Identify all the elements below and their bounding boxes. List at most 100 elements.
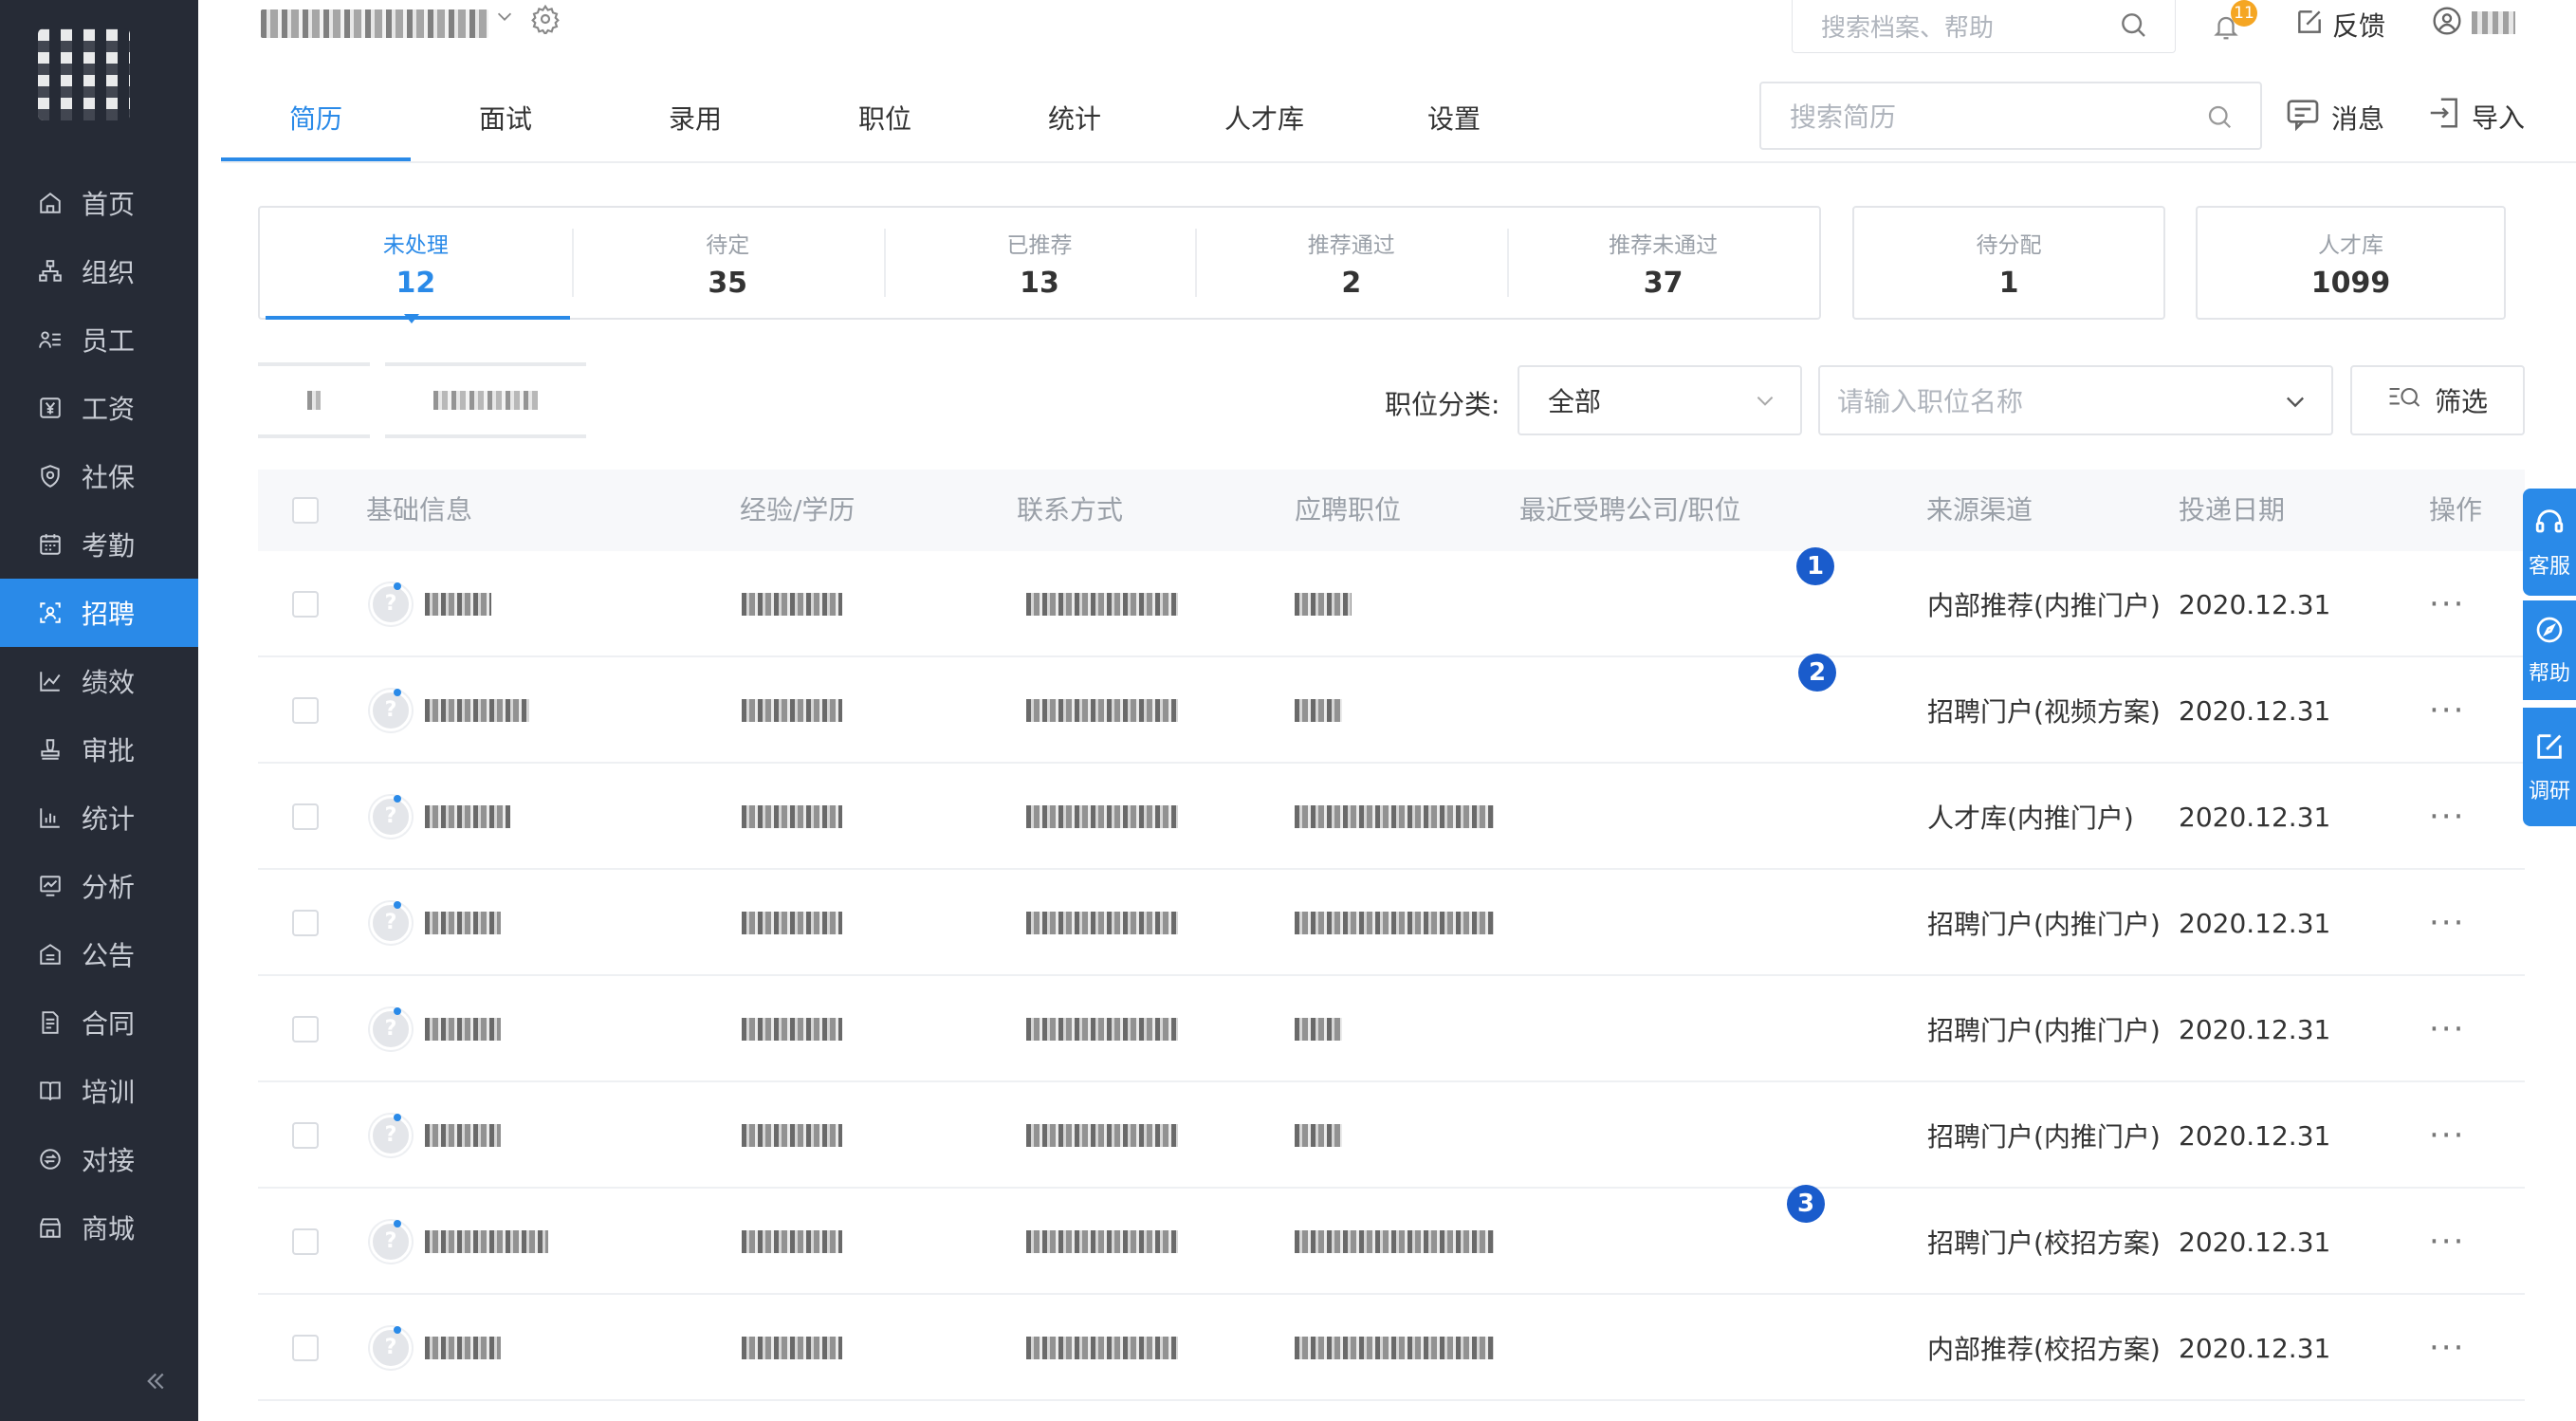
table-row[interactable]: 内部推荐(内推门户) 2020.12.31 ··· 1: [258, 547, 2525, 657]
more-actions-icon[interactable]: ···: [2429, 976, 2465, 1082]
sidebar-item-contract[interactable]: 合同: [0, 988, 198, 1057]
candidate-name-redacted[interactable]: [425, 657, 529, 764]
source-channel: 内部推荐(内推门户): [1927, 590, 2161, 621]
sidebar-item-staff[interactable]: 员工: [0, 305, 198, 374]
tab-settings[interactable]: 设置: [1359, 74, 1549, 161]
position-category-select[interactable]: 全部: [1518, 365, 1802, 435]
customer-service-button[interactable]: 客服: [2523, 489, 2576, 596]
sidebar-item-approval[interactable]: 审批: [0, 715, 198, 784]
position-name-placeholder: 请输入职位名称: [1837, 386, 2024, 417]
chevron-down-icon[interactable]: [494, 6, 515, 32]
delivery-date: 2020.12.31: [2179, 907, 2331, 939]
tab-talent-pool[interactable]: 人才库: [1169, 74, 1359, 161]
more-actions-icon[interactable]: ···: [2429, 551, 2465, 657]
collapse-sidebar-icon[interactable]: [140, 1366, 173, 1398]
tab-hire[interactable]: 录用: [600, 74, 790, 161]
stat-recommend-failed[interactable]: 推荐未通过 37: [1507, 208, 1819, 318]
row-checkbox[interactable]: [292, 1335, 319, 1361]
status-dot: [394, 582, 401, 590]
candidate-name-redacted[interactable]: [425, 1295, 501, 1401]
more-actions-icon[interactable]: ···: [2429, 870, 2465, 976]
delivery-date: 2020.12.31: [2179, 1332, 2331, 1364]
sidebar-item-integration[interactable]: 对接: [0, 1125, 198, 1193]
candidate-name-redacted[interactable]: [425, 1189, 548, 1295]
message-icon: [2284, 95, 2322, 139]
feedback-button[interactable]: 反馈: [2294, 6, 2385, 44]
search-icon[interactable]: [2118, 9, 2148, 46]
candidate-name-redacted[interactable]: [425, 976, 501, 1082]
stat-recommend-passed[interactable]: 推荐通过 2: [1195, 208, 1507, 318]
tab-resume[interactable]: 简历: [221, 74, 411, 161]
more-actions-icon[interactable]: ···: [2429, 657, 2465, 764]
more-actions-icon[interactable]: ···: [2429, 1189, 2465, 1295]
sidebar-item-social-security[interactable]: 社保: [0, 442, 198, 510]
stat-label: 已推荐: [1006, 232, 1073, 258]
sidebar-item-performance[interactable]: 绩效: [0, 647, 198, 715]
sidebar-item-attendance[interactable]: 考勤: [0, 510, 198, 579]
stat-unassigned[interactable]: 待分配 1: [1852, 206, 2165, 320]
tab-statistics[interactable]: 统计: [980, 74, 1169, 161]
row-checkbox[interactable]: [292, 803, 319, 830]
candidate-name-redacted[interactable]: [425, 870, 501, 976]
stat-value: 35: [708, 266, 748, 300]
stat-pending[interactable]: 待定 35: [571, 208, 884, 318]
candidate-name-redacted[interactable]: [425, 764, 510, 870]
more-actions-icon[interactable]: ···: [2429, 1082, 2465, 1189]
filter-button[interactable]: 筛选: [2350, 365, 2525, 435]
survey-button[interactable]: 调研: [2523, 708, 2576, 826]
redacted-text: [742, 1337, 842, 1359]
table-row[interactable]: 人才库(内推门户) 2020.12.31 ···: [258, 764, 2525, 870]
stat-talent-pool[interactable]: 人才库 1099: [2196, 206, 2506, 320]
table-row[interactable]: 招聘门户(校招方案) 2020.12.31 ··· 3: [258, 1185, 2525, 1295]
more-actions-icon[interactable]: ···: [2429, 764, 2465, 870]
position-name-select[interactable]: 请输入职位名称: [1818, 365, 2333, 435]
select-all-checkbox[interactable]: [292, 497, 319, 524]
resume-search-input[interactable]: 搜索简历: [1759, 82, 2262, 150]
row-checkbox[interactable]: [292, 1228, 319, 1255]
tab-interview[interactable]: 面试: [411, 74, 600, 161]
view-toggle-option-redacted[interactable]: [385, 362, 586, 438]
import-button[interactable]: 导入: [2426, 95, 2525, 138]
table-row[interactable]: 内部推荐(校招方案) 2020.12.31 ···: [258, 1295, 2525, 1401]
more-actions-icon[interactable]: ···: [2429, 1295, 2465, 1401]
sidebar-item-salary[interactable]: 工资: [0, 374, 198, 442]
stat-recommended[interactable]: 已推荐 13: [883, 208, 1196, 318]
company-logo[interactable]: [38, 28, 130, 120]
sidebar-item-analysis[interactable]: 分析: [0, 852, 198, 920]
row-checkbox[interactable]: [292, 1122, 319, 1149]
sidebar-item-statistics[interactable]: 统计: [0, 784, 198, 852]
contact-redacted: [1026, 976, 1178, 1082]
sidebar-item-label: 合同: [82, 1008, 136, 1040]
source-channel: 招聘门户(校招方案): [1927, 1227, 2161, 1259]
table-row[interactable]: 招聘门户(视频方案) 2020.12.31 ··· 2: [258, 654, 2525, 764]
row-checkbox[interactable]: [292, 591, 319, 618]
sidebar-item-recruit[interactable]: 招聘: [0, 579, 198, 647]
messages-button[interactable]: 消息: [2284, 95, 2384, 139]
search-icon[interactable]: [2205, 102, 2234, 138]
sidebar-item-label: 培训: [82, 1077, 136, 1108]
row-checkbox[interactable]: [292, 1016, 319, 1043]
view-toggle-option-redacted[interactable]: [258, 362, 370, 438]
table-row[interactable]: 招聘门户(内推门户) 2020.12.31 ···: [258, 976, 2525, 1082]
help-button[interactable]: 帮助: [2523, 600, 2576, 700]
sidebar-item-notice[interactable]: 公告: [0, 920, 198, 988]
user-menu[interactable]: [2432, 6, 2515, 40]
global-search-input[interactable]: 搜索档案、帮助: [1792, 0, 2176, 53]
table-row[interactable]: 招聘门户(内推门户) 2020.12.31 ···: [258, 1082, 2525, 1189]
sidebar-item-org[interactable]: 组织: [0, 237, 198, 305]
gear-icon[interactable]: [530, 4, 564, 38]
stat-unprocessed[interactable]: 未处理 12: [260, 208, 572, 320]
row-checkbox[interactable]: [292, 910, 319, 936]
position-category-value: 全部: [1548, 386, 1602, 417]
company-name-redacted[interactable]: [261, 9, 488, 38]
table-row[interactable]: 招聘门户(内推门户) 2020.12.31 ···: [258, 870, 2525, 976]
contact-redacted: [1026, 1189, 1178, 1295]
candidate-name-redacted[interactable]: [425, 551, 491, 657]
sidebar-item-label: 组织: [82, 257, 136, 288]
sidebar-item-training[interactable]: 培训: [0, 1057, 198, 1125]
sidebar-item-home[interactable]: 首页: [0, 169, 198, 237]
row-checkbox[interactable]: [292, 697, 319, 724]
candidate-name-redacted[interactable]: [425, 1082, 501, 1189]
tab-positions[interactable]: 职位: [790, 74, 980, 161]
sidebar-item-shop[interactable]: 商城: [0, 1193, 198, 1262]
